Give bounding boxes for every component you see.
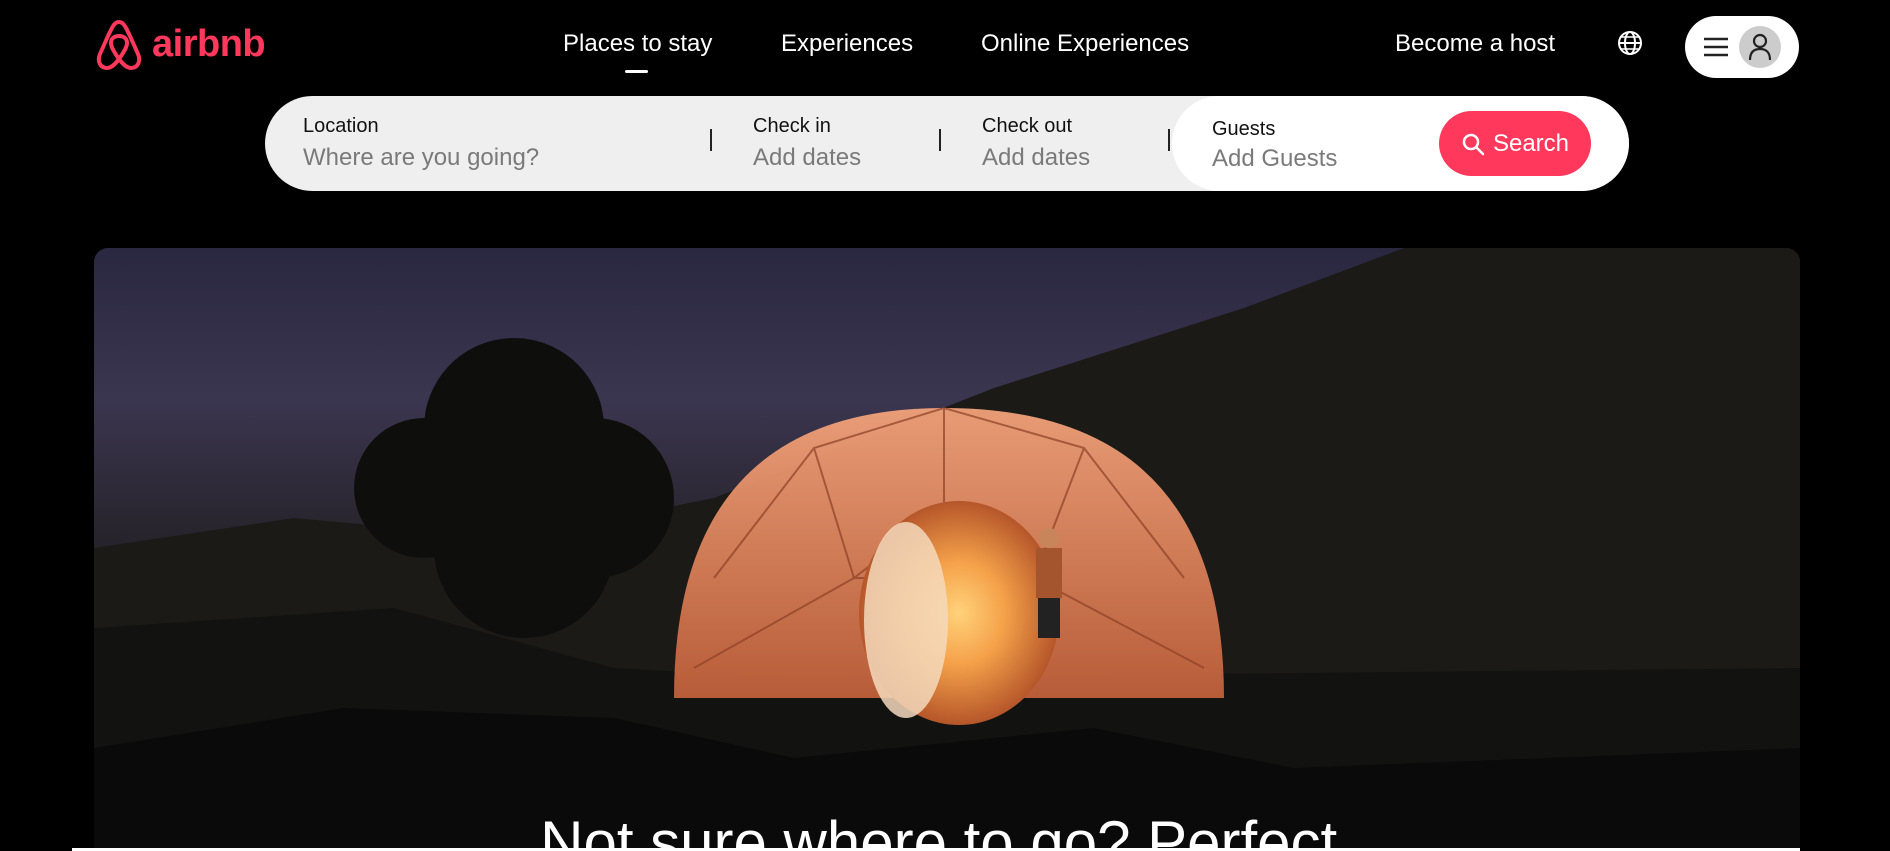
location-field[interactable]: Location (303, 115, 663, 172)
nav-experiences[interactable]: Experiences (781, 30, 913, 58)
search-button[interactable]: Search (1439, 111, 1591, 176)
active-nav-indicator (625, 70, 648, 73)
hero-banner: Not sure where to go? Perfect. (94, 248, 1800, 851)
checkout-field[interactable]: Check out (982, 115, 1162, 172)
field-divider (939, 129, 941, 151)
user-avatar-icon (1739, 26, 1781, 68)
guests-input[interactable] (1212, 145, 1412, 173)
globe-icon[interactable] (1617, 30, 1643, 56)
become-host-link[interactable]: Become a host (1395, 30, 1555, 58)
checkin-input[interactable] (753, 144, 933, 172)
location-input[interactable] (303, 144, 663, 172)
checkout-input[interactable] (982, 144, 1162, 172)
checkin-field[interactable]: Check in (753, 115, 933, 172)
search-button-label: Search (1492, 129, 1570, 157)
hero-image (94, 248, 1800, 851)
nav-places-to-stay[interactable]: Places to stay (563, 30, 712, 58)
main-nav: Places to stay Experiences Online Experi… (0, 30, 1890, 73)
checkin-label: Check in (753, 115, 831, 137)
location-label: Location (303, 115, 379, 137)
field-divider (1168, 129, 1170, 151)
checkout-label: Check out (982, 115, 1073, 137)
guests-label: Guests (1212, 118, 1276, 140)
nav-online-experiences[interactable]: Online Experiences (981, 30, 1189, 58)
hero-title: Not sure where to go? Perfect. (540, 809, 1354, 851)
search-bar: Location Check in Check out Guests Searc… (265, 96, 1629, 191)
hamburger-menu-icon (1704, 37, 1728, 57)
search-icon (1462, 133, 1485, 155)
field-divider (710, 129, 712, 151)
user-menu-button[interactable] (1685, 16, 1799, 78)
